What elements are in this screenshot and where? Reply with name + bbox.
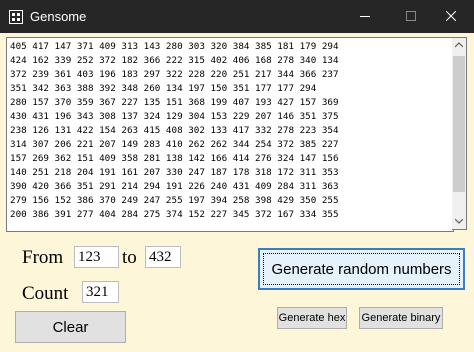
to-input[interactable]: 432 xyxy=(145,246,181,268)
from-input[interactable]: 123 xyxy=(74,246,119,268)
chevron-up-icon xyxy=(455,42,463,48)
numbers-output-area[interactable]: 405 417 147 371 409 313 143 280 303 320 … xyxy=(6,37,454,232)
number-row: 424 162 339 252 372 182 366 222 315 402 … xyxy=(10,55,339,66)
to-label: to xyxy=(122,247,137,268)
number-row: 351 342 363 388 392 348 260 134 197 150 … xyxy=(10,83,317,94)
generate-binary-button[interactable]: Generate binary xyxy=(359,307,443,329)
from-label: From xyxy=(22,247,64,268)
number-row: 430 431 196 343 308 137 324 129 304 153 … xyxy=(10,111,339,122)
number-row: 200 386 391 277 404 284 275 374 152 227 … xyxy=(10,209,339,220)
clear-button-label: Clear xyxy=(52,318,89,336)
number-row: 157 269 362 151 409 358 281 138 142 166 … xyxy=(10,153,339,164)
maximize-icon xyxy=(406,11,416,21)
minimize-icon xyxy=(360,16,370,17)
scroll-thumb[interactable] xyxy=(453,56,465,192)
focus-rectangle xyxy=(263,253,460,285)
number-row: 238 126 131 422 154 263 415 408 302 133 … xyxy=(10,125,339,136)
scroll-up-arrow[interactable] xyxy=(452,38,466,53)
app-window: Gensome 405 417 147 371 409 313 143 280 … xyxy=(0,0,474,352)
close-button[interactable] xyxy=(428,0,474,33)
number-row: 280 157 370 359 367 227 135 151 368 199 … xyxy=(10,97,339,108)
title-bar[interactable]: Gensome xyxy=(0,0,474,33)
numbers-text: 405 417 147 371 409 313 143 280 303 320 … xyxy=(10,40,339,222)
app-icon xyxy=(9,10,23,24)
count-label: Count xyxy=(22,283,69,304)
minimize-button[interactable] xyxy=(342,0,388,33)
hex-button-label: Generate hex xyxy=(278,312,346,324)
number-row: 279 156 152 386 370 249 247 255 197 394 … xyxy=(10,195,339,206)
close-icon xyxy=(446,11,456,21)
generate-hex-button[interactable]: Generate hex xyxy=(277,307,347,329)
scroll-down-arrow[interactable] xyxy=(452,214,466,229)
binary-button-label: Generate binary xyxy=(361,312,441,324)
count-input[interactable]: 321 xyxy=(82,281,119,303)
number-row: 140 251 218 204 191 161 207 330 247 187 … xyxy=(10,167,339,178)
number-row: 314 307 206 221 207 149 283 410 262 262 … xyxy=(10,139,339,150)
chevron-down-icon xyxy=(455,218,463,224)
number-row: 405 417 147 371 409 313 143 280 303 320 … xyxy=(10,41,339,52)
window-title: Gensome xyxy=(30,9,87,24)
vertical-scrollbar[interactable] xyxy=(452,37,467,230)
clear-button[interactable]: Clear xyxy=(15,311,126,343)
number-row: 372 239 361 403 196 183 297 322 228 220 … xyxy=(10,69,339,80)
number-row: 390 420 366 351 291 214 294 191 226 240 … xyxy=(10,181,339,192)
generate-random-numbers-button[interactable]: Generate random numbers xyxy=(258,248,465,290)
